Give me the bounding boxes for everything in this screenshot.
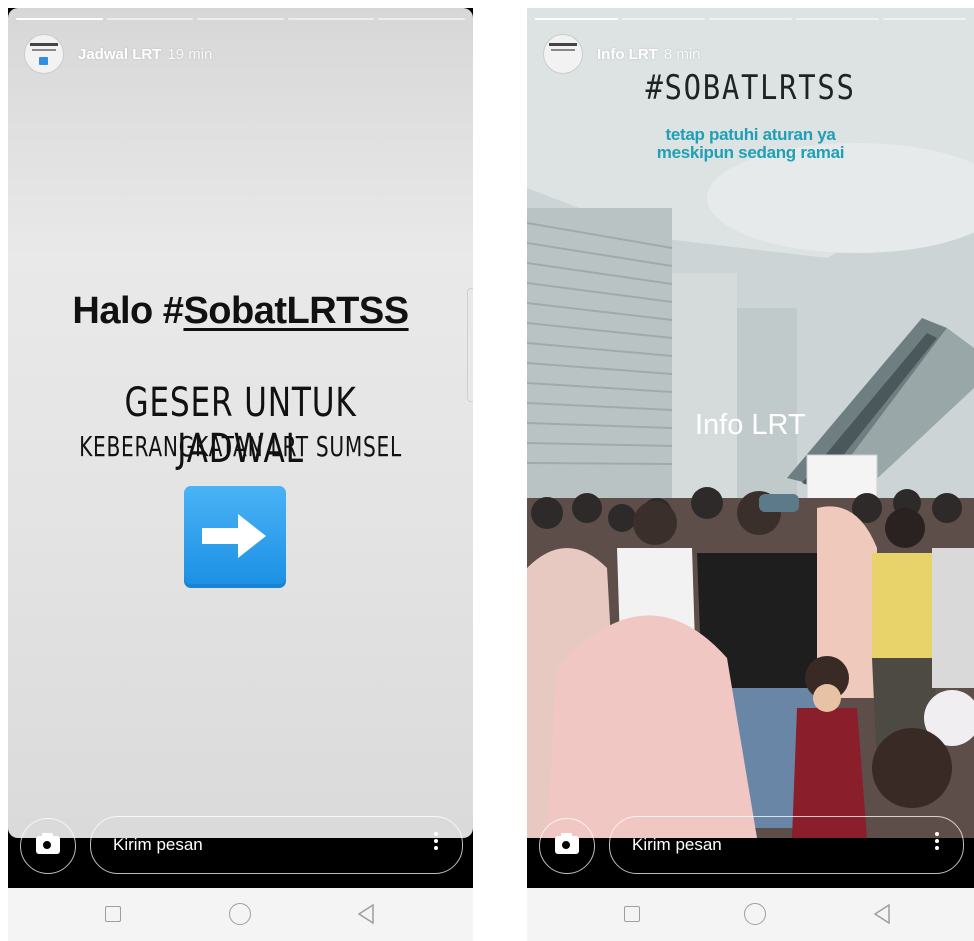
camera-icon — [561, 840, 571, 850]
recent-apps-button[interactable] — [624, 906, 640, 922]
message-input[interactable]: Kirim pesan — [90, 816, 463, 874]
story-content[interactable]: Jadwal LRT 19 min Halo #SobatLRTSS GESER … — [8, 8, 473, 838]
location-sticker[interactable]: Info LRT — [695, 409, 806, 442]
message-placeholder: Kirim pesan — [113, 835, 203, 854]
camera-icon — [42, 840, 52, 850]
story-header: Jadwal LRT 19 min — [24, 34, 212, 74]
story-screen-left: Jadwal LRT 19 min Halo #SobatLRTSS GESER … — [8, 8, 473, 941]
android-nav-bar — [8, 888, 473, 941]
back-button[interactable] — [872, 903, 892, 925]
post-time: 19 min — [167, 45, 213, 63]
more-options-icon[interactable] — [434, 829, 438, 853]
android-nav-bar — [527, 888, 974, 941]
back-button[interactable] — [356, 903, 376, 925]
avatar[interactable] — [24, 34, 64, 74]
recent-apps-button[interactable] — [105, 906, 121, 922]
story-content[interactable]: Info LRT 8 min #SOBATLRTSS tetap patuhi a… — [527, 8, 974, 838]
caption-text: tetap patuhi aturan ya meskipun sedang r… — [656, 125, 845, 162]
reply-bar: Kirim pesan — [8, 808, 473, 886]
hashtag-text: #SOBATLRTSS — [645, 68, 856, 108]
story-screen-right: Info LRT 8 min #SOBATLRTSS tetap patuhi a… — [527, 8, 974, 941]
message-placeholder: Kirim pesan — [632, 835, 722, 854]
story-progress-bar — [16, 18, 465, 20]
post-time: 8 min — [663, 45, 701, 63]
camera-button[interactable] — [539, 818, 595, 874]
username[interactable]: Jadwal LRT 19 min — [78, 46, 212, 63]
home-button[interactable] — [744, 903, 766, 925]
username[interactable]: Info LRT 8 min — [597, 46, 701, 63]
more-options-icon[interactable] — [935, 829, 939, 853]
reply-bar: Kirim pesan — [527, 808, 974, 886]
side-handle — [467, 288, 473, 402]
story-progress-bar — [535, 18, 966, 20]
greeting-text: Halo #SobatLRTSS — [72, 290, 409, 332]
right-arrow-icon — [184, 486, 286, 588]
camera-button[interactable] — [20, 818, 76, 874]
home-button[interactable] — [229, 903, 251, 925]
message-input[interactable]: Kirim pesan — [609, 816, 964, 874]
swipe-subtitle: KEBERANGKATAN LRT SUMSEL — [79, 430, 402, 463]
